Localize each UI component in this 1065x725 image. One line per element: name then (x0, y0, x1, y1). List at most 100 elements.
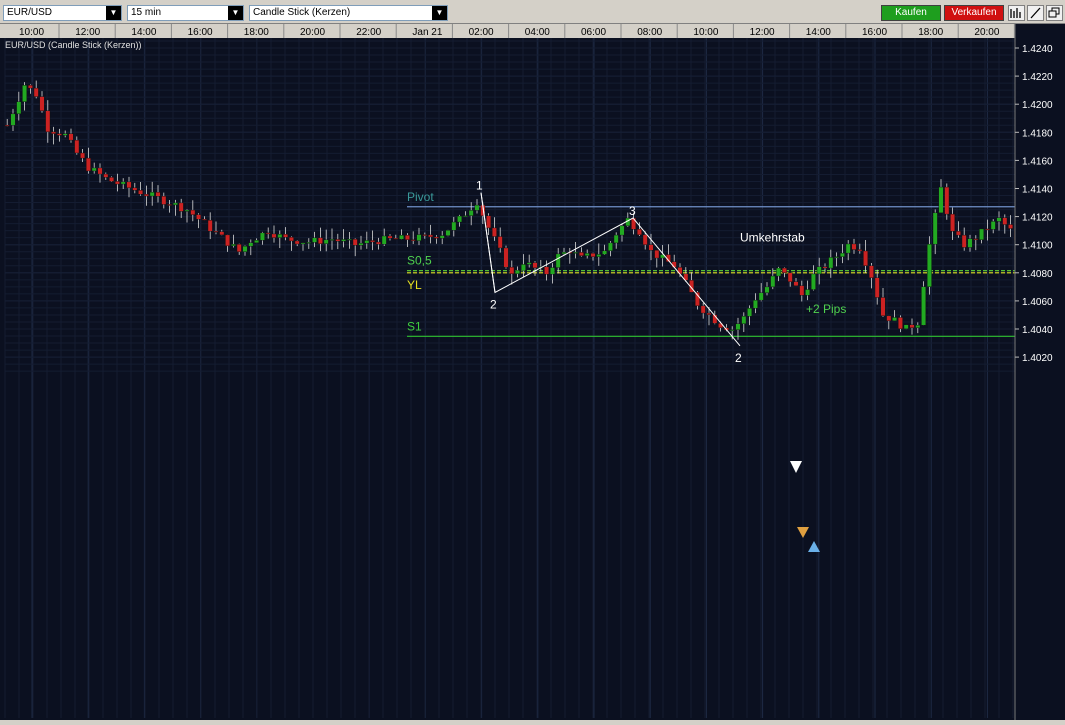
candle-body (608, 242, 613, 251)
wave-point-label: 1 (476, 179, 483, 193)
candle-body (109, 177, 115, 182)
symbol-select[interactable]: EUR/USD ▼ (3, 5, 122, 21)
candle-body (729, 329, 735, 331)
candle-body (492, 227, 497, 237)
candle-body (787, 272, 793, 282)
candle-body (62, 133, 68, 136)
candle-body (39, 96, 45, 111)
candle-body (880, 297, 886, 317)
bar-chart-icon[interactable] (1008, 5, 1025, 21)
wave-line (480, 192, 496, 293)
candle-body (851, 243, 857, 250)
price-tick-label: 1.4120 (1022, 213, 1053, 224)
candle-body (393, 238, 399, 240)
wave-line (480, 192, 741, 347)
time-tick-label: 16:00 (862, 27, 887, 38)
candle-body (857, 249, 863, 252)
candle-body (747, 308, 753, 317)
candle-body (776, 267, 782, 277)
candle-body (793, 281, 799, 286)
candle-body (387, 235, 393, 239)
candle-body (143, 194, 149, 197)
candle-body (74, 139, 80, 154)
price-tick-label: 1.4160 (1022, 156, 1053, 167)
candle-body (10, 113, 16, 126)
candle-body (114, 181, 120, 185)
candle-body (938, 186, 944, 214)
candle-body (57, 133, 62, 136)
chevron-down-icon[interactable]: ▼ (106, 6, 121, 20)
time-tick-label: 02:00 (469, 27, 494, 38)
buy-button[interactable]: Kaufen (881, 5, 941, 21)
window-restore-icon[interactable] (1046, 5, 1063, 21)
candle-body (961, 234, 967, 248)
candle-body (260, 232, 265, 241)
candle-body (184, 209, 190, 212)
candle-body (515, 270, 521, 274)
candle-body (167, 204, 172, 206)
candle-body (294, 240, 300, 245)
draw-line-icon[interactable] (1027, 5, 1044, 21)
candle-body (439, 235, 445, 239)
candle-body (521, 264, 526, 271)
time-tick-label: 16:00 (188, 27, 213, 38)
candle-body (33, 87, 39, 97)
candle-body (811, 273, 816, 290)
candle-body (834, 256, 840, 258)
candle-body (944, 186, 950, 215)
price-chart[interactable]: Pivot S0,5 YL S1 1 2 3 2 Umkehrstab +2 Pips 10:0… (0, 24, 1065, 720)
candle-body (486, 215, 491, 229)
candle-body (979, 228, 985, 240)
candle-body (178, 202, 184, 212)
time-tick-label: 10:00 (693, 27, 718, 38)
candle-body (120, 181, 126, 185)
candle-body (318, 237, 323, 244)
chart-toolbar: EUR/USD ▼ 15 min ▼ Candle Stick (Kerzen)… (0, 0, 1065, 24)
candle-body (370, 240, 375, 243)
candle-body (555, 253, 561, 268)
candle-body (225, 234, 230, 247)
candle-body (399, 235, 404, 240)
price-tick-label: 1.4100 (1022, 241, 1053, 252)
candle-body (782, 267, 787, 273)
candle-body (242, 246, 248, 252)
candle-body (950, 213, 956, 232)
time-tick-label: 14:00 (806, 27, 831, 38)
chevron-down-icon[interactable]: ▼ (432, 6, 447, 20)
candle-body (985, 228, 990, 231)
candle-body (236, 244, 242, 252)
price-tick-label: 1.4140 (1022, 185, 1053, 196)
pips-label: +2 Pips (806, 302, 846, 316)
candle-body (509, 266, 515, 274)
candle-body (306, 242, 312, 244)
candle-body (764, 286, 770, 294)
candle-body (335, 239, 341, 242)
chevron-down-icon[interactable]: ▼ (228, 6, 243, 20)
time-tick-label: 18:00 (244, 27, 269, 38)
candle-body (579, 252, 584, 256)
candle-body (967, 238, 973, 248)
candlestick-chart-canvas[interactable]: Pivot S0,5 YL S1 1 2 3 2 Umkehrstab +2 Pips 10:0… (0, 24, 1065, 720)
timeframe-select[interactable]: 15 min ▼ (127, 5, 244, 21)
candle-body (602, 250, 608, 255)
candle-body (16, 101, 22, 115)
candle-body (956, 231, 961, 236)
candle-body (91, 167, 97, 172)
candle-body (196, 214, 201, 220)
candle-body (550, 267, 555, 275)
candle-body (201, 219, 207, 221)
candle-body (770, 275, 776, 288)
time-tick-label: 10:00 (19, 27, 44, 38)
sell-button[interactable]: Verkaufen (944, 5, 1004, 21)
candle-body (468, 210, 474, 216)
candle-body (254, 240, 259, 243)
candle-body (874, 277, 880, 298)
level-label: Pivot (407, 190, 434, 204)
candle-body (822, 266, 828, 269)
candle-body (927, 243, 932, 287)
candle-body (300, 242, 306, 245)
candle-body (416, 234, 422, 241)
symbol-value: EUR/USD (7, 7, 53, 18)
candle-body (68, 133, 74, 141)
chart-type-select[interactable]: Candle Stick (Kerzen) ▼ (249, 5, 448, 21)
